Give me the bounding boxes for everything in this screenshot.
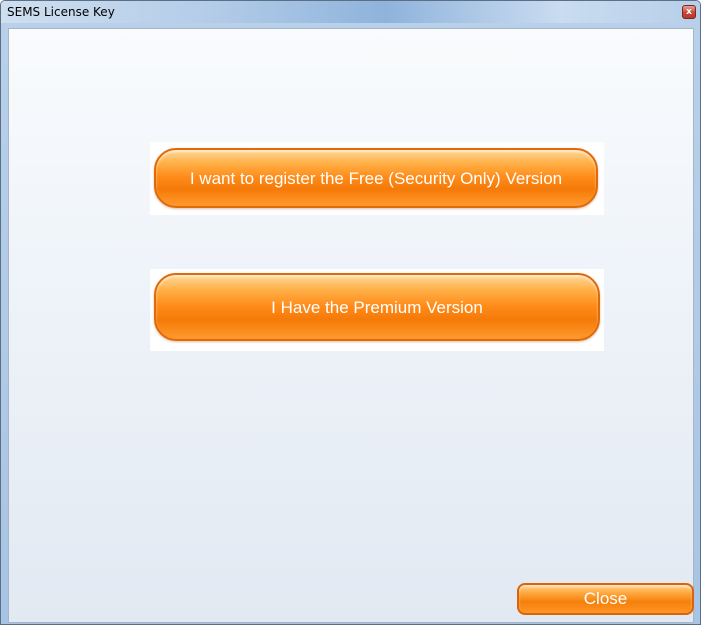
free-version-button-panel: I want to register the Free (Security On… [150, 142, 604, 215]
close-button[interactable]: Close [517, 583, 694, 615]
license-key-window: SEMS License Key x I want to register th… [0, 0, 701, 625]
window-close-icon[interactable]: x [682, 5, 696, 19]
premium-version-button-panel: I Have the Premium Version [150, 269, 604, 351]
premium-version-button[interactable]: I Have the Premium Version [154, 273, 600, 341]
window-title: SEMS License Key [7, 5, 115, 19]
title-bar[interactable]: SEMS License Key x [1, 1, 700, 23]
register-free-version-label: I want to register the Free (Security On… [189, 168, 563, 188]
premium-version-label: I Have the Premium Version [271, 297, 483, 317]
register-free-version-button[interactable]: I want to register the Free (Security On… [154, 148, 598, 208]
dialog-content-area: I want to register the Free (Security On… [8, 28, 694, 623]
